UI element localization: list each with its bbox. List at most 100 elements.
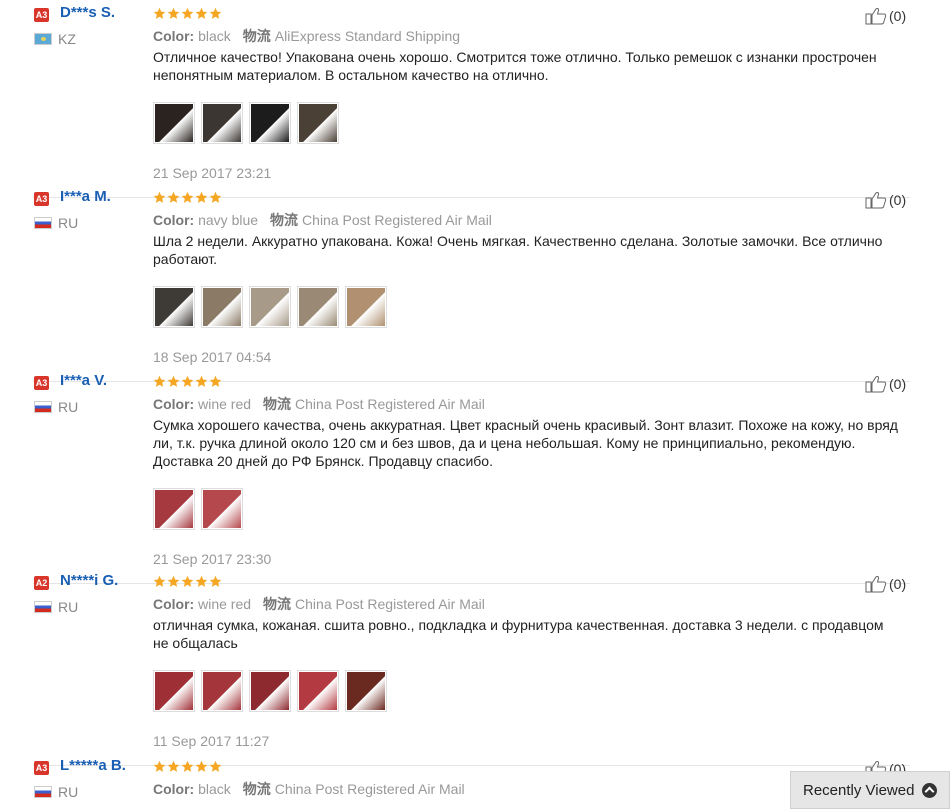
star-icon [167, 760, 180, 772]
buyer-level-badge: A3 [34, 8, 49, 22]
shipping-label: 物流 [270, 212, 299, 228]
helpful-button[interactable]: (0) [865, 575, 906, 593]
helpful-button[interactable]: (0) [865, 375, 906, 393]
star-icon [181, 375, 194, 387]
review-photo-thumbnail[interactable] [249, 286, 291, 328]
review-photo-thumbnail[interactable] [153, 286, 195, 328]
star-icon [181, 7, 194, 19]
order-info: Color: navy blue 物流 China Post Registered … [153, 210, 492, 230]
buyer-name: N****i G. [60, 572, 119, 589]
order-info: Color: black 物流 China Post Registered Air … [153, 779, 465, 799]
review-photo-thumbnail[interactable] [297, 102, 339, 144]
star-icon [181, 760, 194, 772]
color-value: wine red [198, 596, 252, 612]
buyer-level-badge: A2 [34, 576, 49, 590]
star-rating [153, 575, 222, 588]
star-icon [167, 375, 180, 387]
star-icon [209, 575, 222, 587]
review-photo-thumbnail[interactable] [201, 670, 243, 712]
review-photo-thumbnail[interactable] [297, 670, 339, 712]
star-icon [153, 760, 166, 772]
review-photo-thumbnail[interactable] [249, 670, 291, 712]
helpful-button[interactable]: (0) [865, 7, 906, 25]
helpful-button[interactable]: (0) [865, 191, 906, 209]
review-photo-thumbnail[interactable] [345, 286, 387, 328]
country-flag-icon [34, 217, 52, 229]
chevron-up-icon [922, 782, 938, 798]
helpful-count: (0) [889, 376, 907, 392]
star-icon [209, 375, 222, 387]
helpful-count: (0) [889, 192, 907, 208]
recently-viewed-label: Recently Viewed [803, 781, 915, 799]
star-rating [153, 191, 222, 204]
review-photos [153, 102, 339, 144]
review-text: Отличное качество! Упакована очень хорош… [153, 49, 877, 83]
review-photo-thumbnail[interactable] [153, 488, 195, 530]
shipping-label: 物流 [263, 396, 292, 412]
star-icon [153, 7, 166, 19]
shipping-label: 物流 [263, 596, 292, 612]
star-icon [167, 191, 180, 203]
review-photo-thumbnail[interactable] [249, 102, 291, 144]
helpful-count: (0) [889, 8, 907, 24]
star-icon [153, 575, 166, 587]
review-text: Сумка хорошего качества, очень аккуратна… [153, 417, 898, 469]
star-rating [153, 760, 222, 773]
review-text: отличная сумка, кожаная. сшита ровно., п… [153, 617, 884, 651]
buyer-country: RU [58, 784, 79, 800]
star-icon [181, 575, 194, 587]
review-photos [153, 488, 243, 530]
review-photo-thumbnail[interactable] [201, 286, 243, 328]
order-info: Color: wine red 物流 China Post Registered A… [153, 594, 485, 614]
star-rating [153, 375, 222, 388]
buyer-name: I***a M. [60, 188, 111, 205]
thumbs-up-icon [865, 376, 887, 393]
star-icon [195, 575, 208, 587]
star-icon [195, 191, 208, 203]
star-icon [209, 7, 222, 19]
review-date: 21 Sep 2017 23:30 [153, 551, 272, 567]
buyer-country: KZ [58, 31, 76, 47]
color-value: black [198, 781, 231, 797]
order-info: Color: black 物流 AliExpress Standard Shippi… [153, 26, 460, 46]
star-rating [153, 7, 222, 20]
review-date: 21 Sep 2017 23:21 [153, 165, 272, 181]
review-photo-thumbnail[interactable] [201, 102, 243, 144]
star-icon [167, 575, 180, 587]
star-icon [209, 191, 222, 203]
color-value: navy blue [198, 212, 259, 228]
buyer-country: RU [58, 399, 79, 415]
star-icon [209, 760, 222, 772]
thumbs-up-icon [865, 576, 887, 593]
shipping-method: China Post Registered Air Mail [302, 212, 492, 228]
buyer-country: RU [58, 599, 79, 615]
country-flag-icon [34, 786, 52, 798]
shipping-label: 物流 [242, 28, 271, 44]
color-label: Color: [153, 28, 195, 44]
review-photo-thumbnail[interactable] [201, 488, 243, 530]
review-photo-thumbnail[interactable] [153, 670, 195, 712]
buyer-name: D***s S. [60, 4, 116, 21]
color-value: wine red [198, 396, 252, 412]
review-photo-thumbnail[interactable] [297, 286, 339, 328]
shipping-method: China Post Registered Air Mail [295, 396, 485, 412]
country-flag-icon [34, 601, 52, 613]
review-photo-thumbnail[interactable] [153, 102, 195, 144]
helpful-count: (0) [889, 576, 907, 592]
buyer-level-badge: A3 [34, 192, 49, 206]
review-photos [153, 670, 387, 712]
star-icon [153, 191, 166, 203]
shipping-label: 物流 [242, 781, 271, 797]
review-photos [153, 286, 387, 328]
star-icon [195, 7, 208, 19]
color-label: Color: [153, 596, 195, 612]
star-icon [195, 375, 208, 387]
recently-viewed-button[interactable]: Recently Viewed [790, 771, 950, 809]
shipping-method: China Post Registered Air Mail [295, 596, 485, 612]
shipping-method: China Post Registered Air Mail [274, 781, 465, 797]
buyer-name: L*****a B. [60, 757, 126, 774]
review-photo-thumbnail[interactable] [345, 670, 387, 712]
country-flag-icon [34, 401, 52, 413]
buyer-country: RU [58, 215, 79, 231]
review-date: 11 Sep 2017 11:27 [153, 733, 270, 749]
